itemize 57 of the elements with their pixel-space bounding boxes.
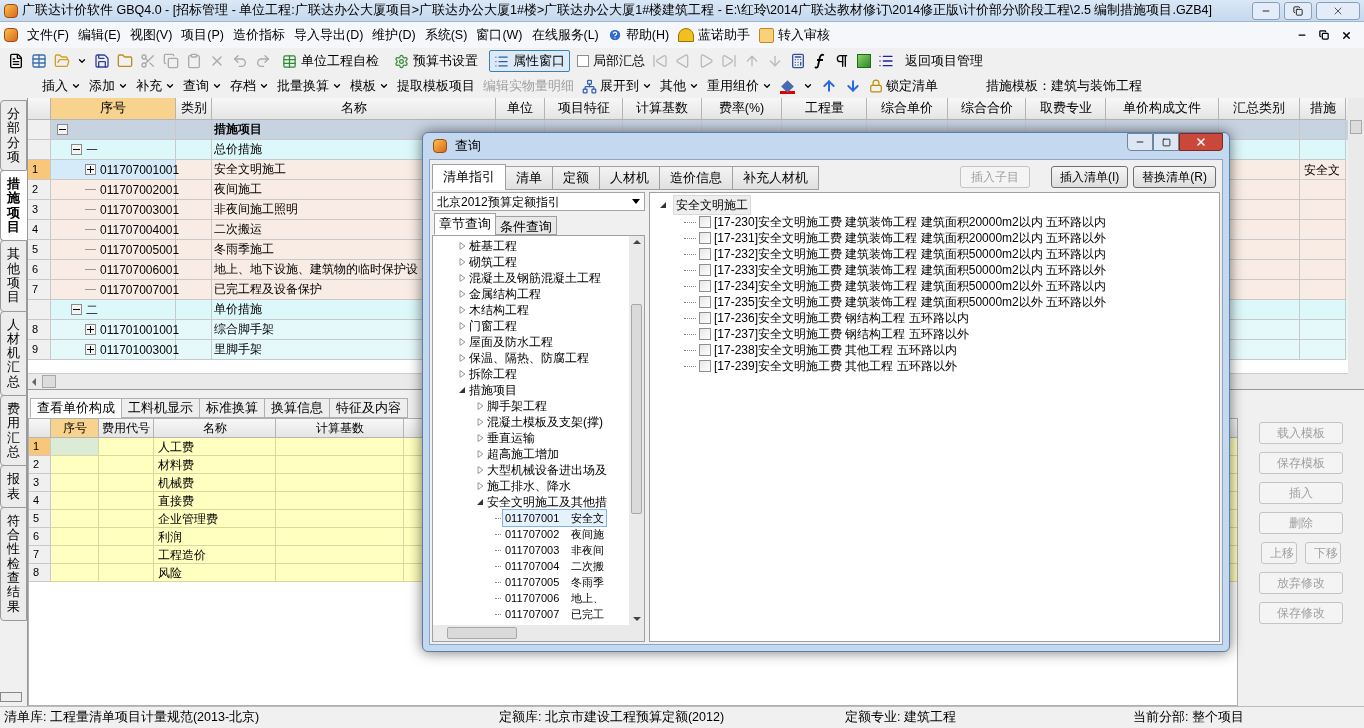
row-number: 5 — [33, 511, 40, 527]
table-cell-text: 人工费 — [158, 438, 194, 456]
table-cell-text: 011707006001 — [100, 261, 180, 279]
table-cell-text: 安全文 — [1304, 161, 1340, 179]
template-label: 措施模板：建筑与装饰工程 — [986, 77, 1142, 95]
table-cell-text: 011701001001 — [100, 321, 180, 339]
row-number: 4 — [32, 222, 39, 238]
row-number: 8 — [32, 322, 39, 338]
status-text: 清单库: 工程量清单项目计量规范(2013-北京) — [3, 709, 261, 727]
table-cell-text: 机械费 — [158, 474, 194, 492]
table-cell-text: 综合脚手架 — [214, 321, 274, 337]
row-number: 7 — [32, 282, 39, 298]
dialog-title: 查询 — [455, 137, 481, 156]
table-cell-text: 非夜间施工照明 — [214, 201, 298, 217]
status-text: 定额专业: 建筑工程 — [844, 709, 957, 727]
table-cell-text: 011707002001 — [100, 181, 180, 199]
row-number: 4 — [33, 493, 40, 509]
status-text: 当前分部: 整个项目 — [1132, 709, 1245, 727]
table-cell-text: 冬雨季施工 — [214, 241, 274, 257]
status-text: 定额库: 北京市建设工程预算定额(2012) — [498, 709, 726, 727]
table-cell-text: 利润 — [158, 528, 182, 546]
table-cell-text: 夜间施工 — [214, 181, 262, 197]
table-cell-text: 二次搬运 — [214, 221, 262, 237]
row-number: 3 — [32, 202, 39, 218]
table-cell-text: 措施项目 — [214, 121, 262, 137]
row-number: 5 — [32, 242, 39, 258]
table-cell-text: 总价措施 — [214, 141, 262, 157]
table-cell-text: 011701003001 — [100, 341, 180, 359]
table-cell-text: 工程造价 — [158, 546, 206, 564]
table-cell-text: 011707007001 — [100, 281, 180, 299]
table-cell-text: 风险 — [158, 564, 182, 582]
table-cell-text: 011707004001 — [100, 221, 180, 239]
row-number: 1 — [32, 162, 39, 178]
table-cell-text: 材料费 — [158, 456, 194, 474]
table-cell-text: 单价措施 — [214, 301, 262, 317]
table-cell-text: 里脚手架 — [214, 341, 262, 357]
row-number: 1 — [33, 439, 40, 455]
window-title: 广联达计价软件 GBQ4.0 - [招标管理 - 单位工程:广联达办公大厦项目>广联达办公大厦1#楼>广联达办公大厦1#楼建筑工程 - E:\红玲\2014广联达教材修订\2014修正版\计价部分\阶段工程\2.5 编制措施项目.GZB4] — [22, 2, 1214, 20]
checkbox-label: 局部汇总 — [593, 52, 645, 71]
row-number: 9 — [32, 342, 39, 358]
table-cell-text: 已完工程及设备保护 — [214, 281, 322, 297]
table-cell-text: 011707005001 — [100, 241, 180, 259]
row-number: 2 — [33, 457, 40, 473]
row-number: 7 — [33, 547, 40, 563]
table-cell-text: 011707001001 — [100, 161, 180, 179]
row-number: 8 — [33, 565, 40, 581]
row-number: 6 — [33, 529, 40, 545]
table-cell-text: 直接费 — [158, 492, 194, 510]
table-cell-text: 二 — [86, 301, 98, 319]
table-cell-text: 011707003001 — [100, 201, 180, 219]
table-cell-text: 企业管理费 — [158, 510, 218, 528]
row-number: 2 — [32, 182, 39, 198]
table-cell-text: 一 — [86, 141, 98, 159]
table-cell-text: 安全文明施工 — [214, 161, 286, 177]
table-cell-text: 地上、地下设施、建筑物的临时保护设 — [214, 261, 418, 277]
row-number: 3 — [33, 475, 40, 491]
row-number: 6 — [32, 262, 39, 278]
